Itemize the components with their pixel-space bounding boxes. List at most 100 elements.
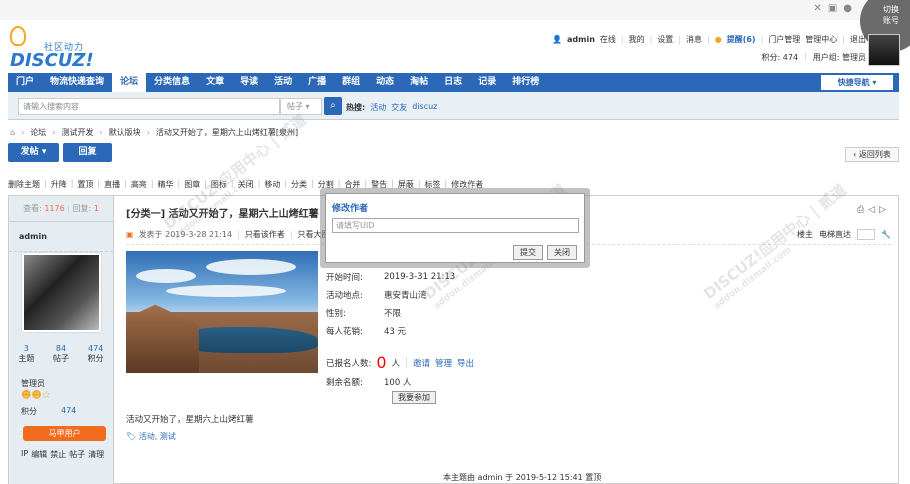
print-icon[interactable]: ⎙ — [857, 205, 864, 215]
home-icon[interactable]: ⌂ — [10, 128, 15, 137]
op-posts[interactable]: 帖子 — [69, 449, 85, 460]
stat-credits[interactable]: 474 积分 — [78, 344, 113, 364]
photo-cloud — [206, 259, 296, 275]
search-input[interactable]: 请输入搜索内容 — [18, 98, 280, 115]
export-link[interactable]: 导出 — [457, 357, 474, 369]
search-type-select[interactable]: 帖子 ▾ — [280, 98, 322, 115]
nav-item-express[interactable]: 物流快递查询 — [42, 73, 112, 92]
portal-manage-link[interactable]: 门户管理 — [768, 34, 800, 45]
prev-thread-icon[interactable]: ◁ — [868, 205, 875, 215]
divider: | — [760, 35, 764, 44]
tag-list[interactable]: 活动, 测试 — [139, 432, 176, 441]
nav-item-activities[interactable]: 活动 — [266, 73, 300, 92]
mod-highlight[interactable]: 高亮 — [131, 179, 147, 190]
stat-label: 积分 — [87, 354, 104, 363]
search-button[interactable]: ⌕ — [324, 97, 342, 115]
nav-item-classified[interactable]: 分类信息 — [146, 73, 198, 92]
author-role[interactable]: 管理员 — [21, 378, 45, 389]
rank-stars-icon: ☻☻☆ — [21, 390, 51, 401]
settings-link[interactable]: 设置 — [657, 34, 673, 45]
author-avatar[interactable] — [22, 253, 101, 332]
logout-link[interactable]: 退出 — [850, 34, 866, 45]
hot-item[interactable]: 交友 — [391, 102, 407, 113]
activity-info: 开始时间: 2019-3-31 21:13 活动地点: 惠安青山湾 性别: 不限 每人… — [326, 268, 455, 340]
elevator-input[interactable] — [857, 229, 876, 240]
nav-item-articles[interactable]: 文章 — [198, 73, 232, 92]
submit-button[interactable]: 提交 — [513, 245, 543, 260]
usergroup-link[interactable]: 用户组: 管理员 — [813, 52, 866, 63]
admin-center-link[interactable]: 管理中心 — [805, 34, 837, 45]
mod-delete[interactable]: 删除主题 — [8, 179, 40, 190]
back-to-list-button[interactable]: ‹ 返回列表 — [845, 147, 899, 162]
close-icon[interactable]: ✕ — [813, 3, 821, 14]
chevron-down-icon: ▾ — [305, 102, 310, 111]
reply-button[interactable]: 回复 — [63, 143, 112, 162]
hot-item[interactable]: 活动 — [370, 102, 386, 113]
manage-link[interactable]: 管理 — [435, 357, 452, 369]
nav-item-blog[interactable]: 日志 — [436, 73, 470, 92]
breadcrumb-item[interactable]: 默认版块 — [109, 127, 141, 138]
author-name[interactable]: admin — [9, 222, 113, 252]
invite-link[interactable]: 邀请 — [413, 357, 430, 369]
wrench-icon[interactable]: 🔧 — [881, 230, 891, 239]
extension-icon[interactable]: ● — [843, 3, 852, 14]
messages-link[interactable]: 消息 — [686, 34, 702, 45]
join-activity-button[interactable]: 我要参加 — [392, 391, 436, 404]
browser-toolbar: ✕ ▣ ● — [0, 0, 910, 20]
activity-value: 43 元 — [384, 327, 407, 337]
quick-nav-button[interactable]: 快捷导航 ▾ — [821, 75, 893, 90]
activity-row: 每人花销: 43 元 — [326, 322, 455, 340]
breadcrumb-item[interactable]: 活动又开始了，星期六上山烤红薯[泉州] — [156, 127, 298, 138]
window-icon[interactable]: ▣ — [828, 3, 837, 14]
breadcrumb-item[interactable]: 论坛 — [30, 127, 46, 138]
nav-item-broadcast[interactable]: 广播 — [300, 73, 334, 92]
thread-title: [分类一] 活动又开始了，星期六上山烤红薯 — [126, 209, 319, 220]
remind-link[interactable]: 提醒(6) — [727, 34, 756, 45]
nav-item-portal[interactable]: 门户 — [8, 73, 42, 92]
breadcrumb-item[interactable]: 测试开发 — [61, 127, 93, 138]
op-ban[interactable]: 禁止 — [50, 449, 66, 460]
replies-label: 回复: — [72, 204, 92, 213]
mod-live[interactable]: 直播 — [104, 179, 120, 190]
hot-item[interactable]: discuz — [412, 102, 437, 113]
online-status[interactable]: 在线 — [600, 34, 616, 45]
nav-item-records[interactable]: 记录 — [470, 73, 504, 92]
vest-user-button[interactable]: 马甲用户 — [23, 426, 106, 441]
post-body: 活动又开始了，星期六上山烤红薯 — [126, 415, 254, 425]
chevron-right-icon: › — [21, 128, 25, 137]
replies-count: 1 — [93, 204, 99, 213]
username-link[interactable]: admin — [567, 35, 595, 44]
mod-stick[interactable]: 置顶 — [77, 179, 93, 190]
op-edit[interactable]: 编辑 — [31, 449, 47, 460]
nav-item-ranking[interactable]: 排行榜 — [504, 73, 547, 92]
mod-bump[interactable]: 升降 — [51, 179, 67, 190]
mod-icon[interactable]: 图标 — [211, 179, 227, 190]
op-ip[interactable]: IP — [21, 449, 28, 460]
only-author-link[interactable]: 只看该作者 — [245, 229, 285, 240]
nav-item-groups[interactable]: 群组 — [334, 73, 368, 92]
mod-move[interactable]: 移动 — [264, 179, 280, 190]
nav-item-forum[interactable]: 论坛 — [112, 73, 147, 92]
header-avatar[interactable] — [868, 34, 900, 66]
next-thread-icon[interactable]: ▷ — [879, 205, 886, 215]
new-post-button[interactable]: 发帖 ▾ — [8, 143, 59, 162]
stat-threads[interactable]: 3 主题 — [9, 344, 44, 364]
credits-link[interactable]: 积分: 474 — [762, 52, 799, 63]
nav-item-feed[interactable]: 动态 — [368, 73, 402, 92]
mod-digest[interactable]: 精华 — [158, 179, 174, 190]
nav-item-collections[interactable]: 淘帖 — [402, 73, 436, 92]
hot-label: 热搜: — [346, 103, 366, 112]
op-clean[interactable]: 清理 — [88, 449, 104, 460]
stat-posts[interactable]: 84 帖子 — [44, 344, 79, 364]
mod-close[interactable]: 关闭 — [238, 179, 254, 190]
mod-category[interactable]: 分类 — [291, 179, 307, 190]
close-button[interactable]: 关闭 — [547, 245, 577, 260]
nav-item-guide[interactable]: 导读 — [232, 73, 266, 92]
mod-stamp[interactable]: 图章 — [184, 179, 200, 190]
uid-input[interactable]: 请填写UID — [332, 218, 579, 233]
activity-photo[interactable] — [126, 251, 318, 373]
quick-nav-label: 快捷导航 — [837, 78, 870, 87]
post-tools: ⎙ ◁ ▷ — [857, 205, 886, 215]
site-logo[interactable]: 社区动力 DISCUZ! — [8, 26, 103, 71]
my-menu[interactable]: 我的 — [629, 34, 645, 45]
